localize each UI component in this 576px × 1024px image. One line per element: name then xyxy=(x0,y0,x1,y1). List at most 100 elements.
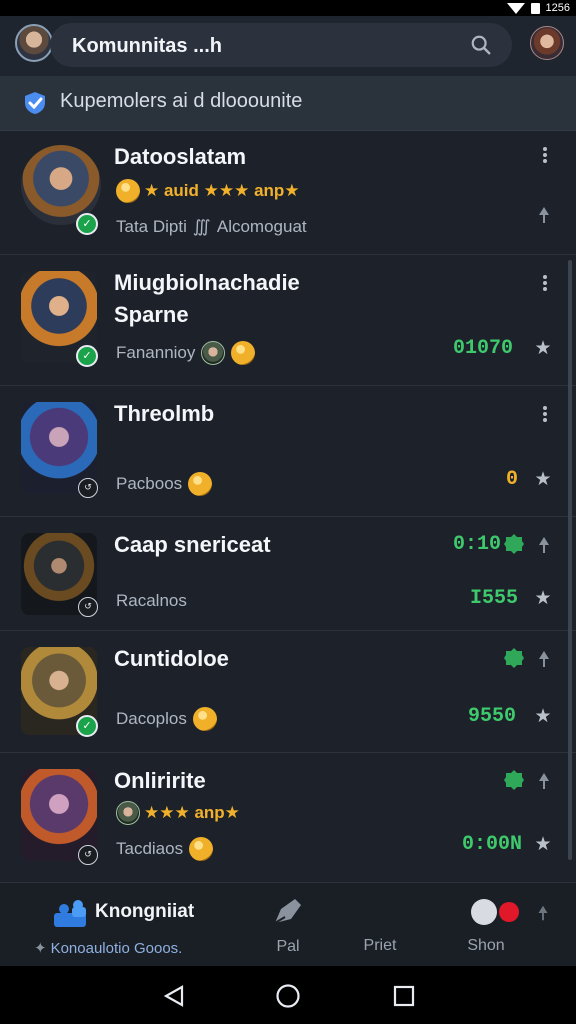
tag-icon: ∭ xyxy=(192,217,211,236)
search-input[interactable] xyxy=(70,23,454,69)
item-value: 01070 xyxy=(453,337,514,360)
item-value: 9550 xyxy=(468,705,517,728)
nav-label: Shon xyxy=(467,937,505,954)
status-time: 1256 xyxy=(545,2,570,14)
online-badge: ✓ xyxy=(76,345,98,367)
star-icon[interactable]: ★ xyxy=(533,835,553,855)
list-item[interactable]: ↺ Onliririte ★★★ anp★ Tacdiaos 0:00N ★ xyxy=(0,753,576,881)
item-subtitle: Fanannioy xyxy=(116,343,196,362)
star-icon[interactable]: ★ xyxy=(533,589,553,609)
recents-icon[interactable] xyxy=(392,984,416,1008)
verified-icon xyxy=(25,92,45,114)
status-bar: 1256 xyxy=(0,0,576,16)
item-value: 0 xyxy=(506,468,519,491)
item-value-top: 0:10 xyxy=(453,533,502,556)
user-avatar[interactable] xyxy=(15,24,53,62)
star-icon[interactable]: ★ xyxy=(533,470,553,490)
item-subtitle-row: Pacboos xyxy=(116,472,213,496)
level-badge-icon xyxy=(504,770,524,790)
search-icon[interactable] xyxy=(470,34,492,56)
pin-icon[interactable] xyxy=(534,771,554,791)
nav-active-subtitle: Konoaulotio Gooos. xyxy=(50,939,183,957)
item-subtitle-row: Racalnos xyxy=(116,591,187,611)
item-subtitle-row: Dacoplos xyxy=(116,707,217,731)
more-vert-icon[interactable] xyxy=(538,404,552,424)
item-subtitle-2: Alcomoguat xyxy=(216,217,307,236)
item-rating: ★ auid ★★★ anp★ xyxy=(116,179,300,203)
more-vert-icon[interactable] xyxy=(538,145,552,165)
item-title: Threolmb xyxy=(114,401,215,426)
community-list: ✓ Datooslatam ★ auid ★★★ anp★ Tata Dipti… xyxy=(0,131,576,881)
level-badge-icon xyxy=(504,648,524,668)
more-vert-icon[interactable] xyxy=(538,273,552,293)
nav-active-title: Knongniiat xyxy=(95,901,195,922)
list-item[interactable]: ✓ Datooslatam ★ auid ★★★ anp★ Tata Dipti… xyxy=(0,131,576,255)
nav-item-shon[interactable]: Shon xyxy=(455,897,519,955)
item-subtitle: Tacdiaos xyxy=(116,839,184,858)
item-subtitle-row: Fanannioy xyxy=(116,341,256,365)
list-item[interactable]: ↺ Threolmb Pacboos 0 ★ xyxy=(0,386,576,517)
pin-icon[interactable] xyxy=(534,649,554,669)
coin-icon xyxy=(231,341,256,365)
level-badge-icon xyxy=(504,534,524,554)
item-subtitle: Racalnos xyxy=(116,591,187,610)
member-avatar xyxy=(116,801,140,825)
list-item[interactable]: ↺ Caap snericeat Racalnos 0:10 I555 ★ xyxy=(0,517,576,631)
item-subtitle: Tata Dipti xyxy=(116,217,187,236)
nav-label: Pal xyxy=(276,938,300,955)
home-icon[interactable] xyxy=(275,983,301,1009)
item-subtitle: Dacoplos xyxy=(116,709,187,728)
star-icon[interactable]: ★ xyxy=(533,707,553,727)
search-bar[interactable] xyxy=(50,23,512,69)
notification-avatar-icon xyxy=(471,899,497,925)
item-title: Caap snericeat xyxy=(114,532,271,557)
coin-icon xyxy=(188,472,213,496)
pin-icon[interactable] xyxy=(534,535,554,555)
notification-dot-icon xyxy=(499,902,519,922)
item-title: Datooslatam xyxy=(114,144,247,169)
item-value: 0:00N xyxy=(462,833,523,856)
rating-text: ★ auid ★★★ anp★ xyxy=(144,181,300,200)
item-title: Onliririte xyxy=(114,768,206,793)
nav-item-pal[interactable]: Pal xyxy=(258,897,318,956)
back-icon[interactable] xyxy=(162,984,186,1008)
coin-icon xyxy=(189,837,214,861)
nav-active-subtitle-row: ✦ Konoaulotio Gooos. xyxy=(34,939,183,958)
item-rating: ★★★ anp★ xyxy=(116,801,240,825)
item-subtitle-row: Tata Dipti ∭ Alcomoguat xyxy=(116,217,307,237)
nav-label: Priet xyxy=(363,937,397,954)
signal-icon xyxy=(506,2,525,14)
item-value: I555 xyxy=(470,587,519,610)
online-badge: ✓ xyxy=(76,213,98,235)
banner-text: Kupemolers ai d dlooounite xyxy=(60,90,303,112)
list-item[interactable]: ✓ Cuntidoloe Dacoplos 9550 ★ xyxy=(0,631,576,753)
app-root: 1256 Kupemolers ai d dlooounite ✓ Datoos… xyxy=(0,0,576,1024)
nav-item-priet[interactable]: Priet xyxy=(350,937,410,955)
battery-icon xyxy=(530,2,540,14)
app-header xyxy=(0,16,576,76)
coin-icon xyxy=(192,707,217,731)
communities-icon xyxy=(54,900,86,927)
coin-icon xyxy=(116,179,140,203)
rating-text: ★★★ anp★ xyxy=(144,803,240,822)
status-badge: ↺ xyxy=(78,478,98,498)
member-avatar xyxy=(201,341,226,365)
item-subtitle: Pacboos xyxy=(116,474,183,493)
pen-icon xyxy=(274,899,301,924)
profile-avatar[interactable] xyxy=(530,26,564,60)
item-title: Cuntidoloe xyxy=(114,646,229,671)
bottom-nav: Knongniiat ✦ Konoaulotio Gooos. Pal Prie… xyxy=(0,882,576,967)
system-nav-bar xyxy=(0,966,576,1024)
list-item[interactable]: ✓ Miugbiolnachadie Sparne Fanannioy 0107… xyxy=(0,255,576,386)
status-badge: ↺ xyxy=(78,845,98,865)
pin-icon[interactable] xyxy=(534,205,554,225)
info-banner[interactable]: Kupemolers ai d dlooounite xyxy=(0,76,576,131)
status-badge: ↺ xyxy=(78,597,98,617)
scrollbar[interactable] xyxy=(568,260,572,860)
pin-icon[interactable] xyxy=(534,903,552,923)
item-title: Miugbiolnachadie Sparne xyxy=(114,270,300,327)
item-subtitle-row: Tacdiaos xyxy=(116,837,214,861)
online-badge: ✓ xyxy=(76,715,98,737)
sparkle-icon: ✦ xyxy=(34,940,47,957)
star-icon[interactable]: ★ xyxy=(533,339,553,359)
